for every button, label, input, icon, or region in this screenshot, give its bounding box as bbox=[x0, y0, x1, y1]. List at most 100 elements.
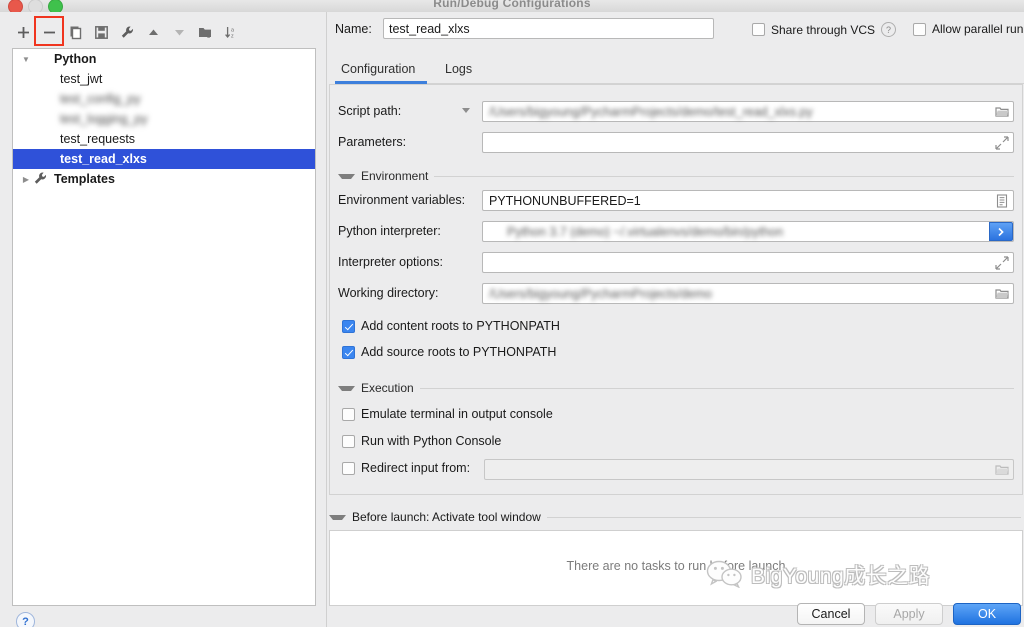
redirect-input-checkbox[interactable] bbox=[342, 461, 355, 475]
add-source-roots-row[interactable]: Add source roots to PYTHONPATH bbox=[342, 345, 556, 359]
save-configuration-button[interactable] bbox=[88, 19, 114, 45]
tab-configuration[interactable]: Configuration bbox=[341, 56, 415, 82]
copy-configuration-button[interactable] bbox=[62, 19, 88, 45]
parameters-row: Parameters: bbox=[330, 132, 1014, 154]
share-through-vcs-checkbox[interactable] bbox=[752, 23, 765, 36]
sort-configurations-button[interactable]: a z bbox=[218, 19, 244, 45]
emulate-terminal-checkbox[interactable] bbox=[342, 407, 355, 421]
tree-item-label: Templates bbox=[54, 172, 115, 186]
new-folder-button[interactable] bbox=[192, 19, 218, 45]
tree-item-test-jwt[interactable]: test_jwt bbox=[13, 69, 315, 89]
wrench-icon bbox=[33, 171, 49, 187]
window-title: Run/Debug Configurations bbox=[433, 0, 591, 10]
environment-section-label: Environment bbox=[361, 169, 429, 183]
tab-logs[interactable]: Logs bbox=[445, 56, 472, 82]
browse-folder-icon[interactable] bbox=[995, 105, 1009, 119]
tree-item-redacted-2[interactable]: test_logging_py bbox=[13, 109, 315, 129]
configurations-left-pane: a z ▼ Python test_jwt test_config_py tes… bbox=[0, 12, 326, 627]
interpreter-options-row: Interpreter options: bbox=[330, 252, 1014, 274]
working-directory-input[interactable]: /Users/bigyoung/PycharmProjects/demo bbox=[482, 283, 1014, 304]
ok-button[interactable]: OK bbox=[953, 603, 1021, 625]
before-launch-section-header[interactable]: Before launch: Activate tool window bbox=[329, 510, 1021, 524]
remove-configuration-button[interactable] bbox=[34, 16, 64, 46]
environment-variables-value: PYTHONUNBUFFERED=1 bbox=[489, 194, 641, 208]
add-content-roots-label: Add content roots to PYTHONPATH bbox=[361, 319, 560, 333]
run-with-python-console-checkbox[interactable] bbox=[342, 434, 355, 448]
browse-folder-icon[interactable] bbox=[995, 287, 1009, 301]
tree-item-label: test_jwt bbox=[60, 72, 103, 86]
collapse-twisty-icon[interactable]: ▶ bbox=[19, 175, 33, 184]
script-path-mode-dropdown-icon[interactable] bbox=[462, 108, 470, 113]
add-configuration-button[interactable] bbox=[10, 19, 36, 45]
interpreter-options-input[interactable] bbox=[482, 252, 1014, 273]
expand-editor-icon[interactable] bbox=[995, 136, 1009, 150]
move-down-button[interactable] bbox=[166, 19, 192, 45]
execution-section-header[interactable]: Execution bbox=[338, 381, 1014, 395]
edit-list-icon[interactable] bbox=[995, 194, 1009, 208]
svg-text:z: z bbox=[231, 33, 234, 39]
python-interpreter-row: Python interpreter: Python 3.7 (demo) ~/… bbox=[330, 221, 1014, 243]
add-source-roots-checkbox[interactable] bbox=[342, 345, 355, 359]
configuration-right-pane: Name: Share through VCS ? Allow parallel… bbox=[327, 12, 1024, 627]
emulate-terminal-row[interactable]: Emulate terminal in output console bbox=[342, 407, 553, 421]
tree-item-test-read-xlxs[interactable]: test_read_xlxs bbox=[13, 149, 315, 169]
configurations-tree[interactable]: ▼ Python test_jwt test_config_py test_lo… bbox=[12, 48, 316, 606]
python-icon bbox=[33, 51, 49, 67]
share-vcs-help-icon[interactable]: ? bbox=[881, 22, 897, 37]
python-icon bbox=[39, 151, 55, 167]
environment-section-header[interactable]: Environment bbox=[338, 169, 1014, 183]
configurations-toolbar: a z bbox=[10, 16, 320, 46]
tab-label: Logs bbox=[445, 62, 473, 76]
parameters-label: Parameters: bbox=[338, 135, 407, 149]
execution-section-label: Execution bbox=[361, 381, 414, 395]
run-with-python-console-row[interactable]: Run with Python Console bbox=[342, 434, 501, 448]
allow-parallel-run-row[interactable]: Allow parallel run bbox=[913, 22, 1023, 36]
name-row: Name: Share through VCS ? Allow parallel… bbox=[335, 18, 1024, 42]
browse-folder-icon[interactable] bbox=[995, 463, 1009, 477]
tree-item-python[interactable]: ▼ Python bbox=[13, 49, 315, 69]
parameters-input[interactable] bbox=[482, 132, 1014, 153]
chevron-down-icon[interactable] bbox=[338, 173, 355, 179]
python-icon bbox=[39, 91, 55, 107]
run-with-python-console-label: Run with Python Console bbox=[361, 434, 502, 448]
tree-item-templates[interactable]: ▶ Templates bbox=[13, 169, 315, 189]
allow-parallel-run-checkbox[interactable] bbox=[913, 22, 926, 36]
help-button[interactable]: ? bbox=[16, 612, 35, 627]
add-content-roots-checkbox[interactable] bbox=[342, 319, 355, 333]
python-icon bbox=[488, 224, 504, 240]
chevron-down-icon[interactable] bbox=[329, 514, 346, 520]
share-through-vcs-row[interactable]: Share through VCS ? bbox=[752, 22, 897, 37]
name-label: Name: bbox=[335, 22, 372, 36]
dialog-footer: Cancel Apply OK bbox=[767, 601, 1021, 627]
working-directory-row: Working directory: /Users/bigyoung/Pycha… bbox=[330, 283, 1014, 305]
environment-variables-input[interactable]: PYTHONUNBUFFERED=1 bbox=[482, 190, 1014, 211]
tree-item-test-requests[interactable]: test_requests bbox=[13, 129, 315, 149]
expand-twisty-icon[interactable]: ▼ bbox=[19, 55, 33, 64]
working-directory-value: /Users/bigyoung/PycharmProjects/demo bbox=[489, 287, 713, 301]
chevron-down-icon[interactable] bbox=[338, 385, 355, 391]
before-launch-empty-text: There are no tasks to run before launch bbox=[566, 559, 786, 573]
tree-item-label: test_read_xlxs bbox=[60, 152, 147, 166]
before-launch-task-list[interactable]: There are no tasks to run before launch bbox=[329, 530, 1023, 606]
tree-item-redacted-1[interactable]: test_config_py bbox=[13, 89, 315, 109]
name-input[interactable] bbox=[383, 18, 714, 39]
tree-item-label: test_logging_py bbox=[60, 112, 148, 126]
section-divider bbox=[546, 516, 1021, 518]
python-interpreter-combobox[interactable]: Python 3.7 (demo) ~/.virtualenvs/demo/bi… bbox=[482, 221, 1014, 242]
edit-templates-button[interactable] bbox=[114, 19, 140, 45]
move-up-button[interactable] bbox=[140, 19, 166, 45]
add-source-roots-label: Add source roots to PYTHONPATH bbox=[361, 345, 557, 359]
script-path-value: /Users/bigyoung/PycharmProjects/demo/tes… bbox=[489, 105, 813, 119]
interpreter-dropdown-button[interactable] bbox=[989, 222, 1013, 241]
python-interpreter-value: Python 3.7 (demo) ~/.virtualenvs/demo/bi… bbox=[507, 225, 784, 239]
redirect-input-field[interactable] bbox=[484, 459, 1014, 480]
expand-editor-icon[interactable] bbox=[995, 256, 1009, 270]
allow-parallel-run-label: Allow parallel run bbox=[932, 22, 1024, 36]
configuration-tabs: Configuration Logs bbox=[335, 56, 1024, 84]
script-path-input[interactable]: /Users/bigyoung/PycharmProjects/demo/tes… bbox=[482, 101, 1014, 122]
cancel-button[interactable]: Cancel bbox=[797, 603, 865, 625]
environment-variables-row: Environment variables: PYTHONUNBUFFERED=… bbox=[330, 190, 1014, 212]
python-icon bbox=[39, 71, 55, 87]
add-content-roots-row[interactable]: Add content roots to PYTHONPATH bbox=[342, 319, 560, 333]
redirect-input-row[interactable]: Redirect input from: bbox=[342, 461, 470, 475]
